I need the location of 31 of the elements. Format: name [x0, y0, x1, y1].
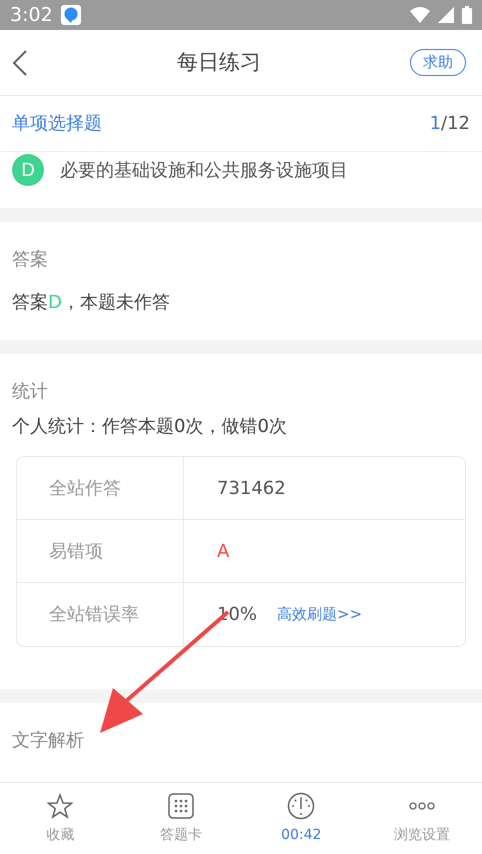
more-icon: [408, 801, 435, 811]
battery-icon: [462, 6, 472, 24]
tab-bar-item[interactable]: 浏览设置: [362, 783, 482, 854]
tab-bar-item[interactable]: 答题卡: [120, 783, 241, 854]
question-counter: 1/12: [430, 112, 470, 136]
tab-bar-item[interactable]: 00:42: [241, 783, 362, 854]
star-icon: [47, 793, 74, 819]
practice-link[interactable]: 高效刷题>>: [277, 603, 362, 626]
app-notification-icon: [60, 5, 81, 25]
section-heading: 文字解析: [12, 729, 85, 753]
option-text: 必要的基础设施和公共服务设施项目: [60, 158, 348, 182]
table-cell-text: 731462: [217, 476, 286, 500]
answer-text: 答案D，本题未作答: [12, 291, 171, 315]
grid-icon: [168, 793, 194, 819]
section-heading: 统计: [12, 380, 49, 404]
clock-icon: [287, 792, 316, 820]
table-cell: 全站错误率: [17, 583, 184, 646]
personal-stats: 个人统计：作答本题0次，做错0次: [12, 415, 288, 439]
section-heading: 答案: [12, 248, 49, 272]
table-cell: 易错项: [17, 520, 184, 582]
wifi-icon: [410, 7, 430, 23]
tab-bar-item[interactable]: 收藏: [0, 783, 120, 854]
table-cell: 全站作答: [17, 457, 184, 519]
page-title: 每日练习: [177, 50, 261, 74]
table-cell-text: A: [217, 540, 230, 564]
question-type: 单项选择题: [12, 112, 102, 136]
signal-icon: [438, 7, 454, 23]
help-button[interactable]: 求助: [410, 49, 466, 76]
back-button[interactable]: [12, 50, 28, 76]
status-time: 3:02: [10, 2, 53, 28]
option-letter: D: [12, 154, 44, 186]
